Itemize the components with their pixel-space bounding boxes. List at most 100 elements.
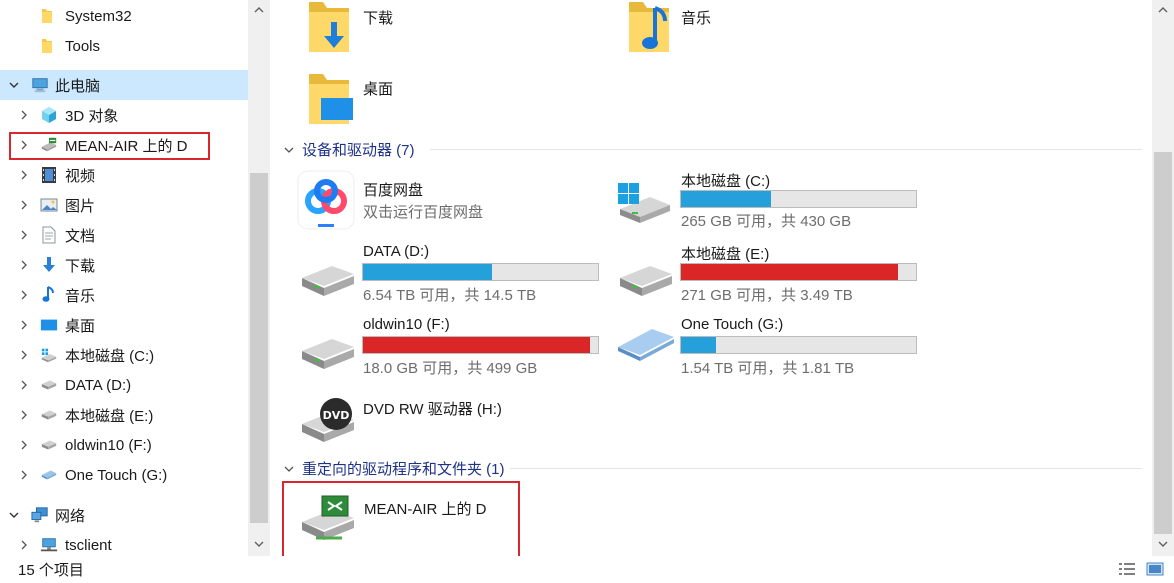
nav-item-documents[interactable]: 文档 — [0, 220, 248, 250]
group-title: 重定向的驱动程序和文件夹 (1) — [302, 461, 505, 478]
drive-icon — [40, 436, 58, 454]
device-name: DATA (D:) — [363, 243, 430, 260]
nav-item-label: 视频 — [65, 167, 96, 185]
chevron-down-icon[interactable] — [7, 508, 21, 522]
folder-tile-music[interactable]: 音乐 — [620, 0, 920, 60]
chevron-right-icon[interactable] — [17, 198, 31, 212]
chevron-right-icon[interactable] — [17, 318, 31, 332]
folder-tile-desktop[interactable]: 桌面 — [300, 70, 600, 130]
scroll-up-icon[interactable] — [248, 0, 270, 20]
chevron-down-icon — [282, 145, 296, 155]
nav-item-tsclient[interactable]: tsclient — [0, 530, 248, 556]
nav-item-video[interactable]: 视频 — [0, 160, 248, 190]
device-tile-drive-e[interactable]: 本地磁盘 (E:) 271 GB 可用，共 3.49 TB — [614, 238, 924, 304]
group-header-redirected[interactable]: 重定向的驱动程序和文件夹 (1) — [282, 458, 505, 479]
chevron-right-icon[interactable] — [17, 438, 31, 452]
nav-item-drive-c[interactable]: 本地磁盘 (C:) — [0, 340, 248, 370]
3d-objects-icon — [40, 106, 58, 124]
nav-item-label: DATA (D:) — [65, 376, 132, 394]
scroll-up-icon[interactable] — [1152, 0, 1174, 20]
nav-item-desktop[interactable]: 桌面 — [0, 310, 248, 340]
music-icon — [40, 286, 58, 304]
content-scrollbar[interactable] — [1152, 0, 1174, 556]
nav-item-pictures[interactable]: 图片 — [0, 190, 248, 220]
folder-icon — [38, 7, 56, 25]
hard-drive-icon — [298, 262, 358, 304]
device-tile-dvd-h[interactable]: DVD DVD RW 驱动器 (H:) — [296, 390, 606, 448]
nav-item-drive-e[interactable]: 本地磁盘 (E:) — [0, 400, 248, 430]
nav-scrollbar-thumb[interactable] — [250, 173, 268, 523]
nav-item-drive-d[interactable]: DATA (D:) — [0, 370, 248, 400]
device-name: 本地磁盘 (E:) — [681, 246, 770, 263]
windows-drive-icon — [614, 179, 674, 231]
nav-item-drive-f[interactable]: oldwin10 (F:) — [0, 430, 248, 460]
system-drive-icon — [40, 346, 58, 364]
nav-item-this-pc[interactable]: 此电脑 — [0, 70, 248, 100]
drive-usage-bar — [680, 336, 917, 354]
device-tile-drive-d[interactable]: DATA (D:) 6.54 TB 可用，共 14.5 TB — [296, 238, 606, 304]
drive-usage-fill — [681, 264, 899, 280]
scroll-down-icon[interactable] — [248, 534, 270, 554]
drive-usage-bar — [680, 263, 917, 281]
nav-item-label: 文档 — [65, 227, 96, 245]
nav-item-label: 本地磁盘 (E:) — [65, 407, 154, 425]
chevron-right-icon[interactable] — [17, 408, 31, 422]
chevron-right-icon[interactable] — [17, 108, 31, 122]
chevron-right-icon[interactable] — [17, 348, 31, 362]
nav-item-tools[interactable]: Tools — [0, 31, 248, 61]
device-name: One Touch (G:) — [681, 316, 784, 333]
nav-item-3d-objects[interactable]: 3D 对象 — [0, 100, 248, 130]
download-icon — [40, 256, 58, 274]
nav-item-label: 3D 对象 — [65, 107, 119, 125]
content-scrollbar-thumb[interactable] — [1154, 152, 1172, 534]
drive-usage-bar — [680, 190, 917, 208]
chevron-right-icon[interactable] — [17, 258, 31, 272]
device-subtitle: 18.0 GB 可用，共 499 GB — [363, 360, 538, 377]
hard-drive-icon — [616, 262, 676, 304]
nav-item-label: 下载 — [65, 257, 96, 275]
device-tile-drive-c[interactable]: 本地磁盘 (C:) 265 GB 可用，共 430 GB — [614, 165, 924, 231]
network-icon — [31, 506, 49, 524]
drive-usage-fill — [363, 264, 492, 280]
device-name: 本地磁盘 (C:) — [681, 173, 771, 190]
folder-name: 桌面 — [363, 81, 394, 98]
nav-item-network[interactable]: 网络 — [0, 500, 248, 530]
nav-item-music[interactable]: 音乐 — [0, 280, 248, 310]
drive-usage-fill — [363, 337, 590, 353]
chevron-right-icon[interactable] — [17, 468, 31, 482]
device-name: 百度网盘 — [363, 182, 424, 199]
chevron-down-icon[interactable] — [7, 78, 21, 92]
device-tile-baidu[interactable]: 百度网盘 双击运行百度网盘 — [296, 165, 596, 231]
details-view-icon[interactable] — [1117, 560, 1137, 578]
content-pane: 下载 音乐 桌面 设备和驱动器 (7) 百度网盘 双击运行百度网盘 本地磁盘 (… — [270, 0, 1152, 556]
group-header-devices[interactable]: 设备和驱动器 (7) — [282, 139, 415, 160]
device-tile-drive-f[interactable]: oldwin10 (F:) 18.0 GB 可用，共 499 GB — [296, 311, 606, 377]
chevron-right-icon[interactable] — [17, 378, 31, 392]
chevron-right-icon[interactable] — [17, 168, 31, 182]
drive-usage-fill — [681, 191, 772, 207]
nav-scrollbar[interactable] — [248, 0, 270, 556]
nav-item-drive-g[interactable]: One Touch (G:) — [0, 460, 248, 490]
chevron-right-icon[interactable] — [17, 538, 31, 552]
device-subtitle: 6.54 TB 可用，共 14.5 TB — [363, 287, 537, 304]
download-folder-icon — [305, 0, 357, 60]
item-count: 15 个项目 — [18, 562, 84, 579]
highlight-box — [282, 481, 520, 556]
large-icons-view-icon[interactable] — [1145, 560, 1165, 578]
video-icon — [40, 166, 58, 184]
highlight-box — [9, 132, 210, 160]
svg-text:DVD: DVD — [323, 409, 350, 422]
drive-icon — [40, 376, 58, 394]
status-bar: 15 个项目 — [0, 556, 1174, 583]
folder-tile-downloads[interactable]: 下载 — [300, 0, 600, 60]
chevron-right-icon[interactable] — [17, 228, 31, 242]
scroll-down-icon[interactable] — [1152, 534, 1174, 554]
folder-name: 音乐 — [681, 10, 712, 27]
drive-usage-bar — [362, 263, 599, 281]
nav-item-system32[interactable]: System32 — [0, 1, 248, 31]
external-drive-icon — [616, 325, 678, 369]
device-tile-drive-g[interactable]: One Touch (G:) 1.54 TB 可用，共 1.81 TB — [614, 311, 924, 377]
chevron-right-icon[interactable] — [17, 288, 31, 302]
nav-item-downloads[interactable]: 下载 — [0, 250, 248, 280]
dvd-drive-icon: DVD — [298, 392, 358, 450]
